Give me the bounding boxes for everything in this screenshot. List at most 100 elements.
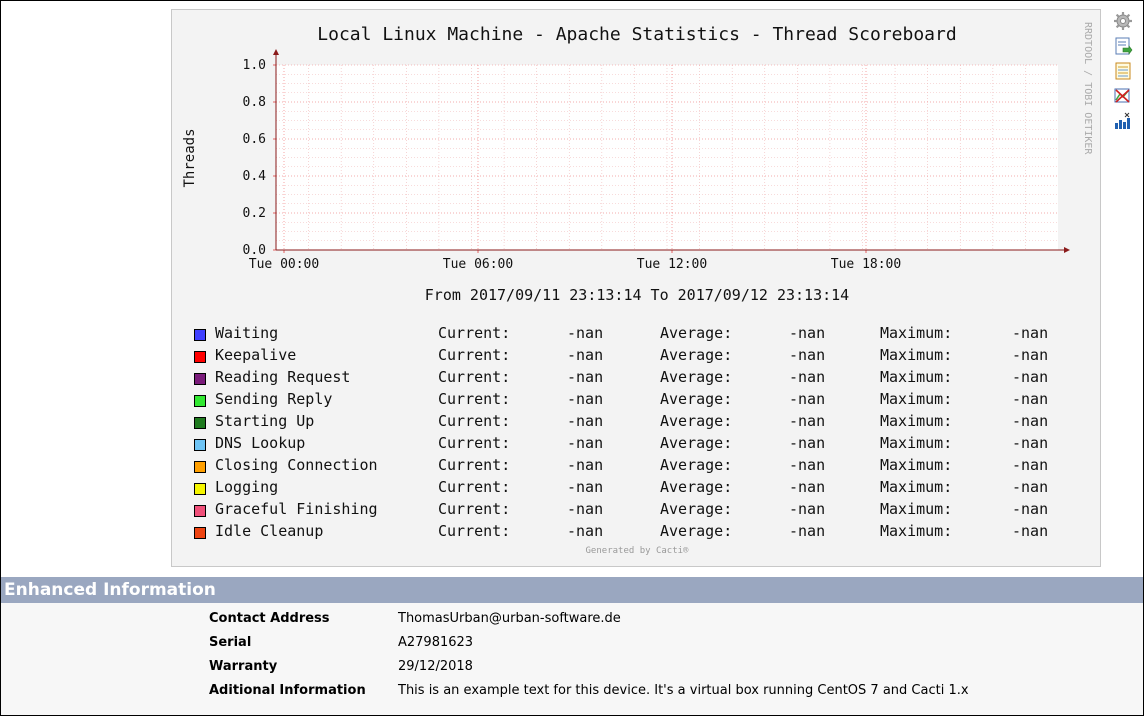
legend-current-label: Current: (438, 346, 511, 364)
legend-current-label: Current: (438, 368, 511, 386)
legend-average-value: -nan (789, 478, 826, 496)
page-frame: 0.0 0.2 0.4 0.6 0.8 1.0 Tue 00:00 Tue 06:00 Tue … (0, 0, 1144, 716)
legend-average-label: Average: (660, 456, 733, 474)
y-tick-label: 0.6 (243, 132, 266, 147)
legend-current-value: -nan (567, 346, 604, 364)
legend-series-name: Logging (215, 478, 279, 496)
x-tick-label: Tue 00:00 (249, 257, 319, 272)
x-axis-arrow (1064, 247, 1070, 253)
info-value: 29/12/2018 (398, 659, 473, 674)
legend-row: Keepalive Current: -nan Average: -nan Maximum… (194, 346, 1094, 368)
legend-average-label: Average: (660, 478, 733, 496)
legend-maximum-label: Maximum: (880, 456, 953, 474)
export-icon[interactable] (1113, 36, 1133, 56)
y-tick-label: 1.0 (243, 58, 266, 73)
legend-row: Graceful Finishing Current: -nan Average: -n… (194, 500, 1094, 522)
legend-current-label: Current: (438, 456, 511, 474)
legend-average-label: Average: (660, 368, 733, 386)
legend-current-value: -nan (567, 434, 604, 452)
info-value: This is an example text for this device.… (398, 683, 969, 698)
y-axis-label: Threads (182, 128, 198, 187)
legend-series-name: Closing Connection (215, 456, 378, 474)
legend-swatch (194, 417, 206, 429)
legend-series-name: Starting Up (215, 412, 315, 430)
legend-average-value: -nan (789, 346, 826, 364)
legend-series-name: Reading Request (215, 368, 351, 386)
legend-current-label: Current: (438, 522, 511, 540)
legend-maximum-value: -nan (1012, 478, 1049, 496)
legend-average-label: Average: (660, 324, 733, 342)
date-range: From 2017/09/11 23:13:14 To 2017/09/12 2… (425, 286, 849, 304)
legend-swatch (194, 329, 206, 341)
info-value: A27981623 (398, 635, 474, 650)
info-label: Warranty (209, 659, 278, 674)
legend-swatch (194, 351, 206, 363)
info-value: ThomasUrban@urban-software.de (398, 611, 621, 626)
generated-by-text: Generated by Cacti® (585, 546, 689, 556)
legend-swatch (194, 439, 206, 451)
legend-average-value: -nan (789, 522, 826, 540)
legend-average-value: -nan (789, 390, 826, 408)
legend-series-name: Sending Reply (215, 390, 333, 408)
chart-title: Local Linux Machine - Apache Statistics … (317, 24, 956, 45)
gear-icon[interactable] (1113, 11, 1133, 31)
legend-series-name: Waiting (215, 324, 279, 342)
legend-current-label: Current: (438, 412, 511, 430)
info-label: Aditional Information (209, 683, 366, 698)
legend-maximum-value: -nan (1012, 390, 1049, 408)
csv-icon[interactable] (1113, 61, 1133, 81)
legend-average-value: -nan (789, 456, 826, 474)
legend-swatch (194, 461, 206, 473)
graph-properties-icon[interactable] (1113, 111, 1133, 131)
legend-current-value: -nan (567, 324, 604, 342)
legend-average-value: -nan (789, 434, 826, 452)
legend-series-name: Keepalive (215, 346, 297, 364)
x-tick-label: Tue 18:00 (831, 257, 901, 272)
legend-maximum-label: Maximum: (880, 368, 953, 386)
y-axis-arrow (273, 49, 279, 55)
enhanced-information-panel: Contact Address ThomasUrban@urban-softwa… (1, 603, 1143, 715)
legend-maximum-label: Maximum: (880, 478, 953, 496)
legend-row: Reading Request Current: -nan Average: -nan M… (194, 368, 1094, 390)
legend-series-name: Idle Cleanup (215, 522, 324, 540)
legend-series-name: Graceful Finishing (215, 500, 378, 518)
legend-average-label: Average: (660, 434, 733, 452)
legend-row: DNS Lookup Current: -nan Average: -nan Maximu… (194, 434, 1094, 456)
info-label: Serial (209, 635, 252, 650)
legend-maximum-value: -nan (1012, 346, 1049, 364)
legend-maximum-label: Maximum: (880, 390, 953, 408)
legend-average-value: -nan (789, 500, 826, 518)
legend-maximum-value: -nan (1012, 324, 1049, 342)
legend-maximum-value: -nan (1012, 522, 1049, 540)
legend-maximum-value: -nan (1012, 412, 1049, 430)
legend-maximum-value: -nan (1012, 434, 1049, 452)
graph-action-icons (1113, 11, 1135, 136)
legend-maximum-value: -nan (1012, 500, 1049, 518)
legend-row: Idle Cleanup Current: -nan Average: -nan Maxi… (194, 522, 1094, 544)
legend-average-value: -nan (789, 412, 826, 430)
enhanced-information-header: Enhanced Information (1, 577, 1143, 603)
y-tick-label: 0.8 (243, 95, 266, 110)
rrdtool-watermark: RRDTOOL / TOBI OETIKER (1082, 22, 1093, 155)
legend-maximum-label: Maximum: (880, 500, 953, 518)
legend-swatch (194, 505, 206, 517)
legend-average-label: Average: (660, 412, 733, 430)
legend-swatch (194, 483, 206, 495)
legend-current-label: Current: (438, 500, 511, 518)
y-tick-label: 0.4 (243, 169, 267, 184)
legend-current-value: -nan (567, 478, 604, 496)
legend-swatch (194, 395, 206, 407)
y-tick-label: 0.2 (243, 206, 266, 221)
legend-maximum-label: Maximum: (880, 324, 953, 342)
legend-row: Logging Current: -nan Average: -nan Maximum: -… (194, 478, 1094, 500)
legend-row: Sending Reply Current: -nan Average: -nan Max… (194, 390, 1094, 412)
legend-maximum-value: -nan (1012, 456, 1049, 474)
legend-series-name: DNS Lookup (215, 434, 306, 452)
legend-current-label: Current: (438, 324, 511, 342)
legend-current-value: -nan (567, 412, 604, 430)
graph-panel[interactable]: 0.0 0.2 0.4 0.6 0.8 1.0 Tue 00:00 Tue 06:00 Tue … (171, 9, 1101, 567)
zoom-icon[interactable] (1113, 86, 1133, 106)
legend-average-label: Average: (660, 500, 733, 518)
legend-average-label: Average: (660, 390, 733, 408)
legend-swatch (194, 527, 206, 539)
